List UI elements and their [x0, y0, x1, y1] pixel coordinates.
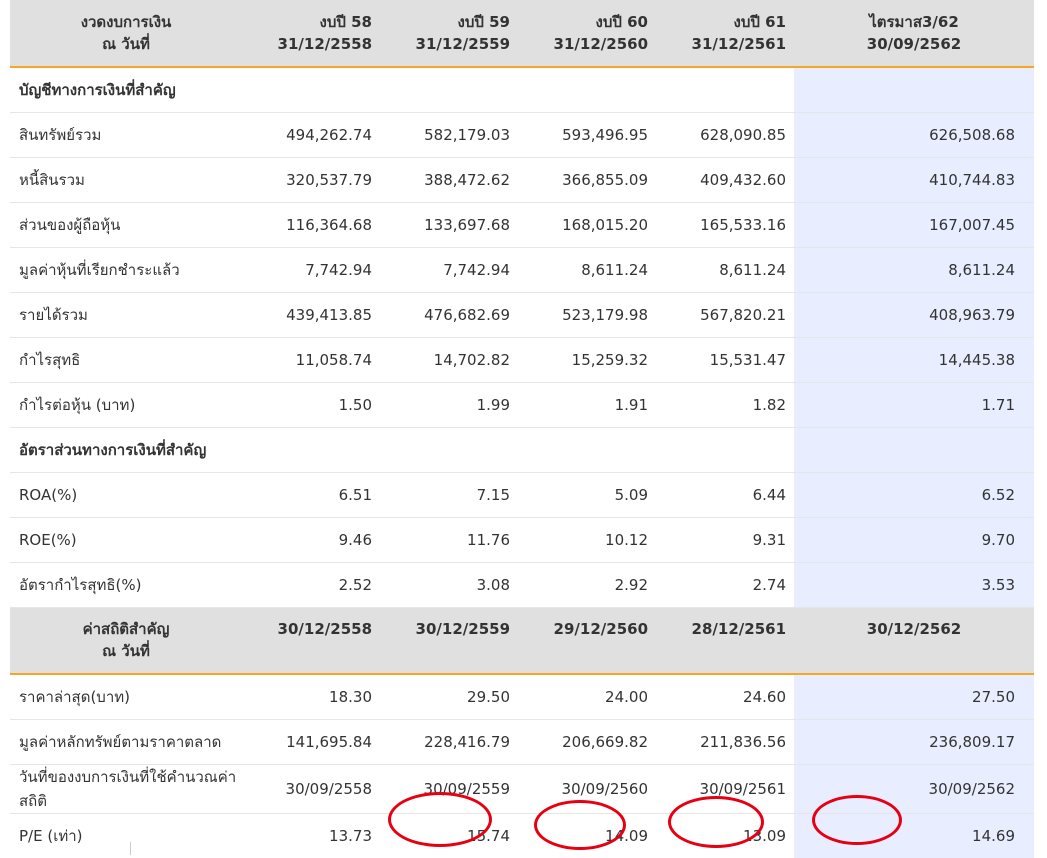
header-label: งวดงบการเงิน ณ วันที่ [10, 0, 242, 68]
table-row: P/E (เท่า) 13.73 15.74 14.09 13.09 14.69 [10, 813, 1034, 858]
stats-header-col-4: 28/12/2561 [656, 607, 794, 675]
stats-header-col-2: 30/12/2559 [380, 607, 518, 675]
table-row: กำไรสุทธิ 11,058.74 14,702.82 15,259.32 … [10, 337, 1034, 383]
table-row: สินทรัพย์รวม 494,262.74 582,179.03 593,4… [10, 112, 1034, 158]
financial-table: งวดงบการเงิน ณ วันที่ งบปี 58 31/12/2558 … [10, 0, 1034, 858]
section-title: อัตราส่วนทางการเงินที่สำคัญ [10, 427, 794, 473]
stats-header-label: ค่าสถิติสำคัญ ณ วันที่ [10, 607, 242, 675]
table-row: ROE(%) 9.46 11.76 10.12 9.31 9.70 [10, 517, 1034, 563]
table-row: รายได้รวม 439,413.85 476,682.69 523,179.… [10, 292, 1034, 338]
header-col-2: งบปี 59 31/12/2559 [380, 0, 518, 68]
header-col-4: งบปี 61 31/12/2561 [656, 0, 794, 68]
header-row-stats: ค่าสถิติสำคัญ ณ วันที่ 30/12/2558 30/12/… [10, 607, 1034, 675]
section-title-row: บัญชีทางการเงินที่สำคัญ [10, 67, 1034, 113]
table-row: หนี้สินรวม 320,537.79 388,472.62 366,855… [10, 157, 1034, 203]
header-row-period: งวดงบการเงิน ณ วันที่ งบปี 58 31/12/2558 … [10, 0, 1034, 68]
table-row: วันที่ของงบการเงินที่ใช้คำนวณค่าสถิติ 30… [10, 764, 1034, 814]
table-row: ส่วนของผู้ถือหุ้น 116,364.68 133,697.68 … [10, 202, 1034, 248]
section-title: บัญชีทางการเงินที่สำคัญ [10, 67, 794, 113]
header-col-1: งบปี 58 31/12/2558 [242, 0, 380, 68]
table-row: กำไรต่อหุ้น (บาท) 1.50 1.99 1.91 1.82 1.… [10, 382, 1034, 428]
header-col-3: งบปี 60 31/12/2560 [518, 0, 656, 68]
table-row: ROA(%) 6.51 7.15 5.09 6.44 6.52 [10, 472, 1034, 518]
stats-header-col-3: 29/12/2560 [518, 607, 656, 675]
table-row: มูลค่าหลักทรัพย์ตามราคาตลาด 141,695.84 2… [10, 719, 1034, 765]
table-row: ราคาล่าสุด(บาท) 18.30 29.50 24.00 24.60 … [10, 673, 1034, 720]
divider [130, 842, 131, 855]
table-row: มูลค่าหุ้นที่เรียกชำระแล้ว 7,742.94 7,74… [10, 247, 1034, 293]
stats-header-col-5: 30/12/2562 [794, 607, 1034, 675]
header-col-5: ไตรมาส3/62 30/09/2562 [794, 0, 1034, 68]
table-row: อัตรากำไรสุทธิ(%) 2.52 3.08 2.92 2.74 3.… [10, 562, 1034, 608]
section-title-row: อัตราส่วนทางการเงินที่สำคัญ [10, 427, 1034, 473]
stats-header-col-1: 30/12/2558 [242, 607, 380, 675]
